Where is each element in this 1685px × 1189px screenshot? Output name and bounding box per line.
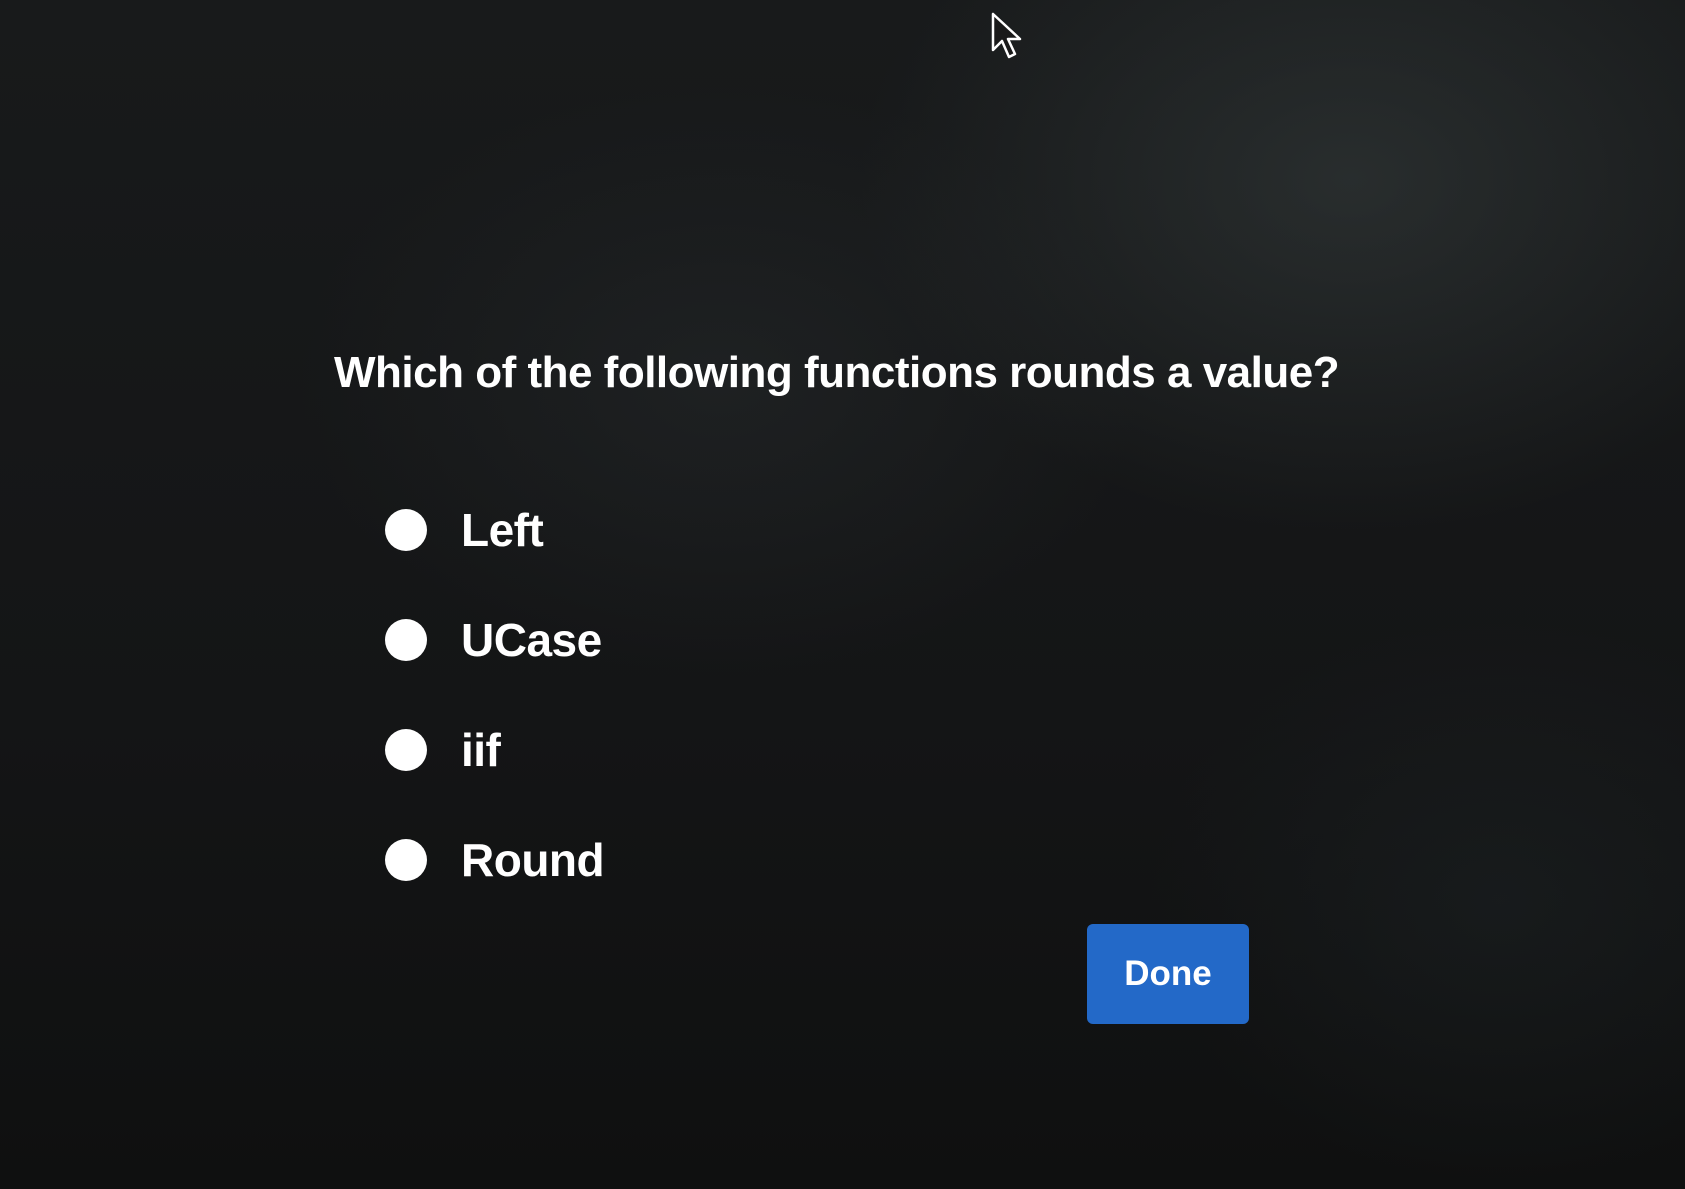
- option-label-ucase: UCase: [461, 614, 602, 666]
- option-label-iif: iif: [461, 724, 501, 776]
- option-left[interactable]: Left: [385, 500, 604, 560]
- mouse-pointer-icon: [991, 12, 1022, 59]
- quiz-screen: Which of the following functions rounds …: [0, 0, 1685, 1189]
- radio-button-iif[interactable]: [385, 729, 427, 771]
- answer-options: Left UCase iif Round: [385, 500, 605, 940]
- option-label-left: Left: [461, 504, 544, 556]
- radio-button-left[interactable]: [385, 509, 427, 551]
- radio-button-ucase[interactable]: [385, 619, 427, 661]
- question-text: Which of the following functions rounds …: [334, 348, 1340, 397]
- option-round[interactable]: Round: [385, 830, 605, 890]
- radio-button-round[interactable]: [385, 839, 427, 881]
- option-ucase[interactable]: UCase: [385, 610, 604, 670]
- option-label-round: Round: [461, 834, 605, 886]
- option-iif[interactable]: iif: [385, 720, 604, 780]
- done-button[interactable]: Done: [1087, 924, 1249, 1024]
